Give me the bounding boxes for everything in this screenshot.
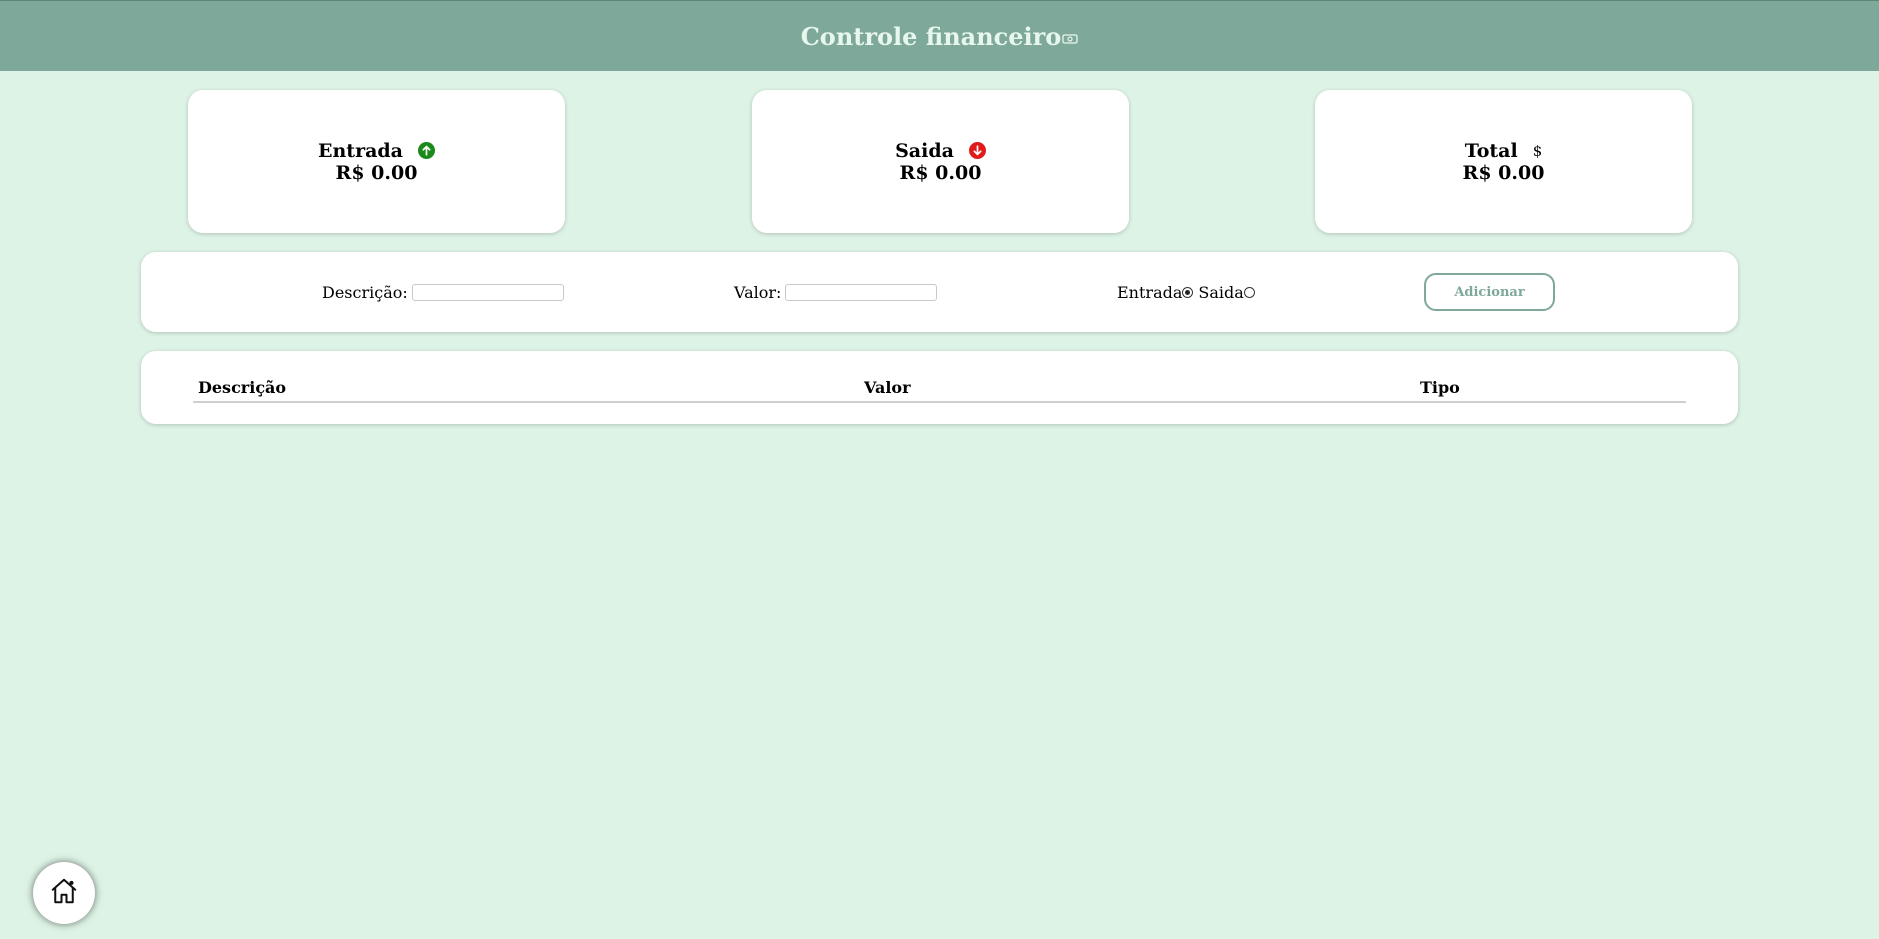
radio-entrada-label: Entrada	[1117, 282, 1183, 302]
radio-saida-label: Saida	[1198, 282, 1244, 302]
home-icon	[49, 876, 79, 910]
entrada-value: R$ 0.00	[335, 161, 418, 184]
valor-group: Valor:	[734, 252, 938, 332]
saida-card: Saida R$ 0.00	[752, 90, 1129, 233]
total-value: R$ 0.00	[1462, 161, 1545, 184]
total-card: Total $ R$ 0.00	[1315, 90, 1692, 233]
app-header: Controle financeiro	[0, 0, 1879, 71]
money-bill-icon	[1062, 22, 1078, 51]
home-button[interactable]	[36, 865, 92, 921]
app-title-text: Controle financeiro	[800, 21, 1062, 51]
total-label: Total	[1464, 139, 1518, 162]
column-header-valor: Valor	[864, 378, 911, 397]
descricao-label: Descrição:	[322, 282, 408, 302]
type-radio-group: Entrada Saida	[1117, 252, 1258, 332]
valor-label: Valor:	[734, 282, 782, 302]
dollar-icon: $	[1532, 141, 1543, 160]
radio-saida[interactable]	[1243, 286, 1255, 298]
arrow-up-circle-icon	[418, 142, 435, 159]
app-title: Controle financeiro	[801, 22, 1079, 51]
valor-input[interactable]	[785, 283, 938, 301]
column-header-descricao: Descrição	[198, 378, 287, 397]
descricao-input[interactable]	[411, 283, 564, 301]
table-header-divider	[193, 401, 1686, 403]
entrada-label: Entrada	[318, 139, 403, 162]
descricao-group: Descrição:	[322, 252, 564, 332]
saida-label: Saida	[895, 139, 954, 162]
entrada-card: Entrada R$ 0.00	[188, 90, 565, 233]
add-button[interactable]: Adicionar	[1424, 273, 1555, 311]
column-header-tipo: Tipo	[1420, 378, 1460, 397]
arrow-down-circle-icon	[968, 142, 986, 159]
transactions-table: Descrição Valor Tipo	[141, 351, 1738, 424]
transaction-form: Descrição: Valor: Entrada Saida Adiciona…	[141, 252, 1738, 332]
saida-value: R$ 0.00	[899, 161, 982, 184]
radio-entrada[interactable]	[1182, 286, 1194, 298]
